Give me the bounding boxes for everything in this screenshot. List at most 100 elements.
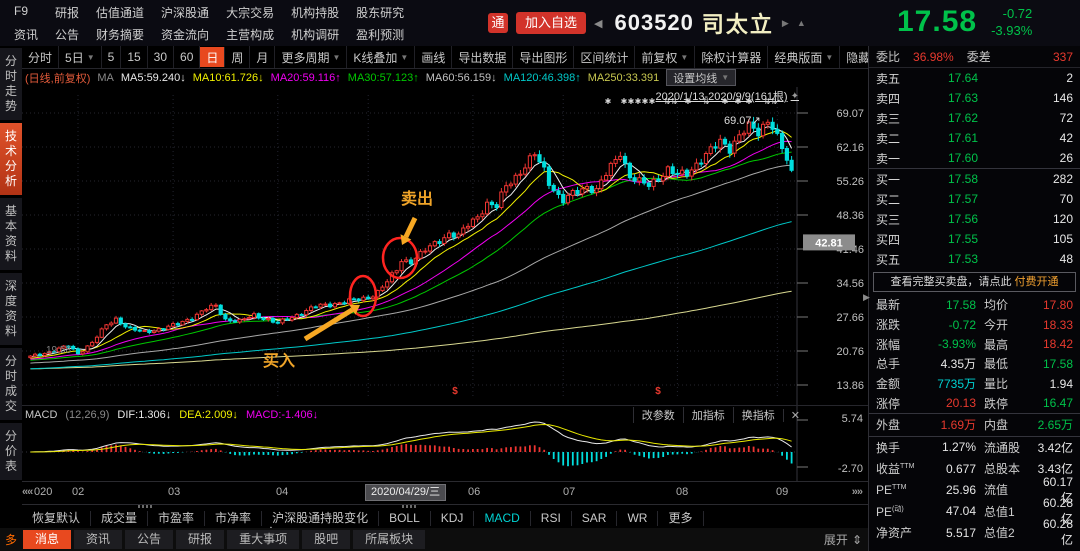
sell-row[interactable]: 卖四17.63146 [869, 88, 1080, 108]
toolbar-item[interactable]: 5日▼ [59, 46, 102, 68]
order-level-label: 卖二 [876, 130, 912, 147]
ma-settings-button[interactable]: 设置均线▼ [666, 69, 736, 86]
indicator-tab[interactable]: 恢复默认 [22, 511, 91, 526]
indicator-tab[interactable]: RSI [531, 511, 572, 526]
sidebar-tab[interactable]: 深度资料 [0, 273, 22, 345]
indicator-tab[interactable]: BOLL [379, 511, 431, 526]
macd-button[interactable]: 换指标 [733, 407, 783, 423]
toolbar-item[interactable]: 隐藏» [840, 46, 868, 68]
sell-row[interactable]: 卖五17.642 [869, 68, 1080, 88]
menu-item[interactable]: 股东研究 [356, 4, 404, 21]
kline-chart[interactable]: 69.0762.1655.2648.3641.4634.5627.6620.76… [22, 87, 868, 405]
toolbar-item-label: 分时 [28, 49, 52, 66]
menu-item[interactable]: 财务摘要 [96, 26, 144, 43]
indicator-tab[interactable]: 市净率 [205, 511, 262, 526]
indicator-tab[interactable]: 成交量 [91, 511, 148, 526]
drag-handle-icon[interactable] [138, 505, 152, 508]
toolbar-item[interactable]: 经典版面▼ [768, 46, 840, 68]
toolbar-item[interactable]: 分时 [22, 46, 59, 68]
menu-item[interactable]: 公告 [55, 26, 79, 43]
indicator-tab[interactable]: 更多 [658, 511, 703, 526]
sell-row[interactable]: 卖一17.6026 [869, 148, 1080, 168]
sell-row[interactable]: 卖二17.6142 [869, 128, 1080, 148]
toolbar-item[interactable]: 30 [148, 46, 174, 68]
menu-item[interactable]: 机构持股 [291, 4, 339, 21]
toolbar-item[interactable]: 导出图形 [513, 46, 574, 68]
toolbar-item[interactable]: K线叠加▼ [347, 46, 415, 68]
indicator-tab[interactable]: WR [617, 511, 658, 526]
menu-item[interactable]: 盈利预测 [356, 26, 404, 43]
bottom-tab[interactable]: 消息 [23, 530, 71, 549]
macd-button[interactable]: 加指标 [683, 407, 733, 423]
indicator-tab[interactable]: KDJ [431, 511, 475, 526]
date-range-label[interactable]: 2020/1/13-2020/9/9(161根) ✦ [656, 88, 800, 104]
bottom-tab[interactable]: 研报 [176, 530, 224, 549]
macd-button[interactable]: 改参数 [633, 407, 683, 423]
menu-item[interactable]: 估值通道 [96, 4, 144, 21]
toolbar-item[interactable]: 更多周期▼ [275, 46, 347, 68]
crosshair-date-box[interactable]: 2020/04/29/三 [365, 484, 446, 501]
toolbar-item[interactable]: 月 [250, 46, 275, 68]
bottom-tab[interactable]: 股吧 [302, 530, 350, 549]
menu-item[interactable]: 沪深股通 [161, 4, 209, 21]
sidebar-tab[interactable]: 基本资料 [0, 198, 22, 270]
toolbar-item[interactable]: 5 [102, 46, 122, 68]
pin-icon[interactable]: ✦ [791, 91, 799, 102]
close-icon[interactable]: ✕ [783, 409, 807, 422]
menu-item[interactable]: 机构调研 [291, 26, 339, 43]
toolbar-item[interactable]: 区间统计 [574, 46, 635, 68]
indicator-tab[interactable]: MACD [474, 511, 530, 526]
more-panels-button[interactable]: 多 [2, 531, 20, 548]
sell-row[interactable]: 卖三17.6272 [869, 108, 1080, 128]
pager-left-icon[interactable]: «« [22, 486, 32, 498]
menu-item[interactable]: 研报 [55, 4, 79, 21]
toolbar-item[interactable]: 日 [200, 47, 225, 67]
stat-row: 总手4.35万最低17.58 [869, 354, 1080, 374]
stat-label: 最新 [876, 296, 918, 313]
buy-row[interactable]: 买三17.56120 [869, 209, 1080, 229]
bottom-tab[interactable]: 重大事项 [227, 530, 299, 549]
menu-item[interactable]: 主营构成 [226, 26, 274, 43]
nav-forward-icon[interactable]: ▶ [782, 18, 789, 29]
buy-row[interactable]: 买一17.58282 [869, 169, 1080, 189]
order-price: 17.62 [912, 111, 978, 125]
toolbar-item[interactable]: 前复权▼ [635, 46, 695, 68]
toolbar-item[interactable]: 周 [225, 46, 250, 68]
buy-row[interactable]: 买五17.5348 [869, 249, 1080, 269]
pager-right-icon[interactable]: »» [852, 486, 862, 498]
order-price: 17.55 [912, 232, 978, 246]
menu-item[interactable]: F9 [14, 4, 38, 21]
toolbar-item[interactable]: 除权计算器 [695, 46, 768, 68]
paywall-link[interactable]: 付费开通 [1015, 276, 1059, 288]
indicator-tab[interactable]: SAR [572, 511, 618, 526]
sidebar-tab[interactable]: 分时走势 [0, 48, 22, 120]
bottom-tab[interactable]: 所属板块 [353, 530, 425, 549]
sidebar-tab[interactable]: 分时成交 [0, 348, 22, 420]
add-watchlist-button[interactable]: 加入自选 [516, 12, 586, 34]
drag-handle-icon[interactable] [402, 505, 416, 508]
paywall-banner[interactable]: 查看完整买卖盘，请点此付费开通 [873, 272, 1076, 292]
buy-row[interactable]: 买二17.5770 [869, 189, 1080, 209]
toolbar-item-label: 15 [127, 50, 140, 64]
sidebar-tab[interactable]: 分价表 [0, 423, 22, 480]
toolbar-item[interactable]: 15 [121, 46, 147, 68]
nav-up-icon[interactable]: ▲ [797, 18, 806, 28]
expand-button[interactable]: 展开⇕ [824, 531, 862, 548]
panel-collapse-arrow[interactable]: ▶ [863, 292, 870, 303]
nav-back-icon[interactable]: ◀ [594, 17, 602, 30]
menu-item[interactable]: 资讯 [14, 26, 38, 43]
menu-item[interactable]: 大宗交易 [226, 4, 274, 21]
bottom-tab[interactable]: 资讯 [74, 530, 122, 549]
order-volume: 120 [978, 212, 1073, 226]
bottom-tab[interactable]: 公告 [125, 530, 173, 549]
stat-row: 涨跌-0.72今开18.33 [869, 315, 1080, 335]
menu-item[interactable]: 资金流向 [161, 26, 209, 43]
sidebar-tab[interactable]: 技术分析 [0, 123, 22, 195]
indicator-tab[interactable]: 市盈率 [148, 511, 205, 526]
buy-row[interactable]: 买四17.55105 [869, 229, 1080, 249]
indicator-tab[interactable]: 沪深股通持股变化 [262, 511, 379, 526]
toolbar-item[interactable]: 导出数据 [452, 46, 513, 68]
toolbar-item[interactable]: 画线 [415, 46, 452, 68]
order-level-label: 买四 [876, 231, 912, 248]
toolbar-item[interactable]: 60 [174, 46, 200, 68]
